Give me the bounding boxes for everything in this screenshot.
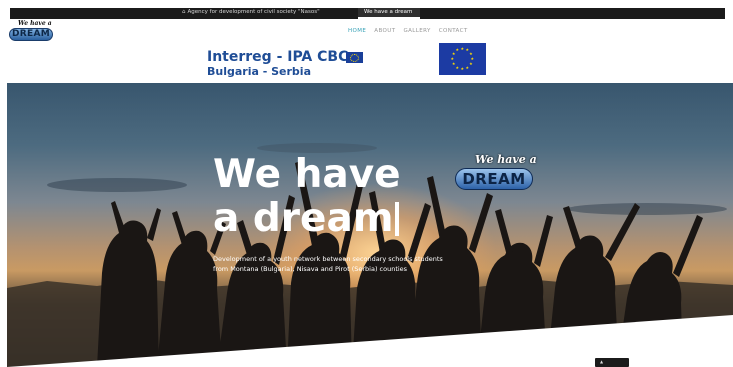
eu-star-icon: ★ (465, 64, 470, 70)
eu-star-icon: ★ (451, 51, 456, 56)
interreg-title: Interreg - IPA CBC (207, 49, 349, 65)
agency-text: Agency for development of civil society … (187, 9, 320, 15)
eu-star-icon: ★ (455, 64, 460, 70)
eu-mini-flag-icon (346, 52, 363, 63)
eu-flag-icon: ★ ★ ★ ★ ★ ★ ★ ★ ★ ★ ★ ★ (439, 43, 486, 75)
home-icon: ⌂ (182, 9, 186, 15)
nav-home[interactable]: HOME (348, 28, 366, 34)
logo-word: DREAM (12, 29, 50, 39)
badge-icon: ▲ (600, 359, 604, 364)
nav-contact[interactable]: CONTACT (439, 28, 468, 34)
site-tag[interactable]: We have a dream (358, 8, 420, 19)
main-nav: HOME ABOUT GALLERY CONTACT (348, 28, 468, 34)
hero-bottom-divider (7, 315, 733, 367)
site-logo[interactable]: We have a DREAM (9, 20, 53, 43)
logo-pill: DREAM (9, 28, 53, 41)
corner-badge[interactable]: ▲ (595, 358, 629, 367)
eu-star-icon: ★ (460, 66, 465, 71)
hero-banner: We have a dream Development of a youth n… (7, 83, 733, 367)
site-tag-label: We have a dream (364, 9, 413, 15)
logo-script: We have a (18, 20, 52, 27)
agency-link[interactable]: ⌂ Agency for development of civil society… (182, 9, 320, 15)
interreg-subtitle: Bulgaria - Serbia (207, 65, 312, 78)
eu-star-icon: ★ (460, 46, 465, 51)
eu-star-icon: ★ (450, 56, 455, 61)
eu-star-icon: ★ (469, 61, 473, 66)
eu-star-icon: ★ (455, 47, 460, 53)
eu-star-icon: ★ (469, 51, 473, 56)
eu-star-icon: ★ (451, 61, 456, 66)
nav-about[interactable]: ABOUT (374, 28, 395, 34)
nav-gallery[interactable]: GALLERY (403, 28, 430, 34)
top-bar: ⌂ Agency for development of civil society… (10, 8, 725, 19)
interreg-logo: Interreg - IPA CBC Bulgaria - Serbia (207, 49, 367, 79)
